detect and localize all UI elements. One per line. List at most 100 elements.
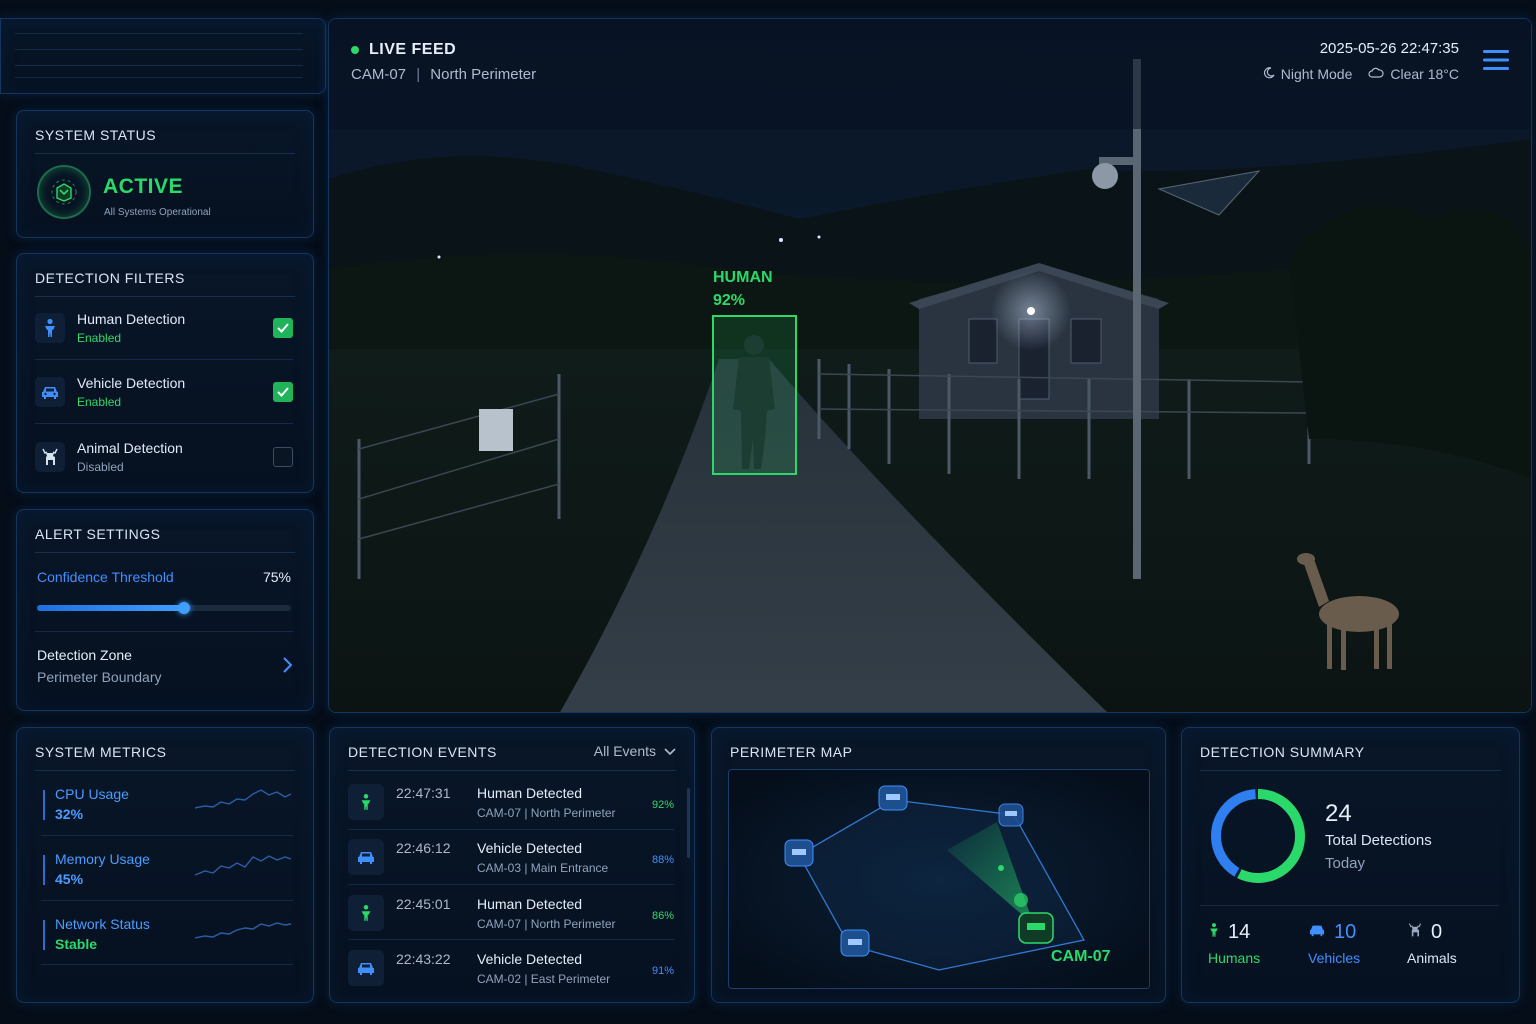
system-metrics-title: SYSTEM METRICS — [35, 744, 295, 771]
night-mode-indicator[interactable]: Night Mode — [1263, 66, 1352, 82]
chevron-right-icon — [281, 656, 293, 679]
metric-cpu-value: 32% — [55, 806, 84, 822]
feed-datetime: 2025-05-26 22:47:35 — [1319, 40, 1459, 57]
metric-network-value: Stable — [55, 936, 98, 952]
live-dot-icon — [351, 46, 359, 54]
vehicles-count: 10 — [1334, 921, 1357, 943]
confidence-slider-fill — [37, 605, 185, 611]
car-icon — [348, 950, 384, 986]
status-active-text: ACTIVE — [103, 175, 184, 198]
perimeter-map[interactable]: CAM-07 — [728, 769, 1150, 989]
car-icon — [35, 377, 65, 407]
event-time: 22:45:01 — [396, 896, 451, 912]
metric-accent — [43, 790, 45, 820]
cloud-icon — [1368, 66, 1384, 82]
metric-memory-label: Memory Usage — [55, 851, 150, 867]
divider — [348, 829, 674, 830]
metric-memory: Memory Usage 45% — [43, 851, 291, 895]
filter-animal[interactable]: Animal Detection Disabled — [35, 425, 293, 489]
filter-human-label: Human Detection — [77, 311, 186, 327]
confidence-slider-knob[interactable] — [178, 602, 191, 614]
summary-animals: 0 Animals — [1407, 921, 1457, 966]
event-row[interactable]: 22:46:12 Vehicle Detected CAM-03 | Main … — [348, 838, 676, 888]
system-status-panel: SYSTEM STATUS ACTIVE All Systems Operati… — [16, 110, 314, 238]
event-row[interactable]: 22:43:22 Vehicle Detected CAM-02 | East … — [348, 949, 676, 999]
event-source: CAM-07 | North Perimeter — [477, 806, 616, 820]
metric-cpu-label: CPU Usage — [55, 786, 129, 802]
deer-icon — [35, 442, 65, 472]
filter-human[interactable]: Human Detection Enabled — [35, 296, 293, 360]
divider — [35, 631, 293, 632]
separator: | — [416, 66, 421, 83]
summary-vehicles: 10 Vehicles — [1308, 921, 1360, 966]
event-source: CAM-07 | North Perimeter — [477, 917, 616, 931]
detection-zone-label: Detection Zone — [37, 647, 132, 663]
weather-label: Clear 18°C — [1390, 66, 1459, 82]
feed-conditions: Night Mode Clear 18°C — [1263, 66, 1459, 82]
active-camera-label: CAM-07 — [1051, 948, 1111, 965]
moon-icon — [1263, 66, 1275, 82]
event-row[interactable]: 22:47:31 Human Detected CAM-07 | North P… — [348, 783, 676, 833]
status-subtitle: All Systems Operational — [104, 207, 211, 218]
detection-filters-title: DETECTION FILTERS — [35, 270, 295, 297]
detection-zone-value: Perimeter Boundary — [37, 669, 162, 685]
deer-icon — [1407, 922, 1423, 943]
human-detection-checkbox[interactable] — [273, 318, 293, 338]
metric-network: Network Status Stable — [43, 916, 291, 960]
decor-line — [15, 49, 303, 50]
perimeter-map-panel: PERIMETER MAP CAM-07 — [711, 727, 1166, 1003]
alert-settings-panel: ALERT SETTINGS Confidence Threshold 75% … — [16, 509, 314, 711]
filter-animal-state: Disabled — [77, 460, 124, 474]
decor-line — [15, 33, 303, 34]
summary-humans: 14 Humans — [1208, 921, 1260, 966]
animal-detection-checkbox[interactable] — [273, 447, 293, 467]
filter-human-state: Enabled — [77, 331, 122, 345]
metric-accent — [43, 920, 45, 950]
camera-location: North Perimeter — [430, 66, 537, 83]
brand-panel — [0, 18, 326, 94]
divider — [41, 900, 293, 901]
camera-feed-image — [329, 19, 1531, 712]
person-icon — [348, 895, 384, 931]
animals-count: 0 — [1431, 921, 1443, 943]
filter-animal-label: Animal Detection — [77, 440, 183, 456]
vehicle-detection-checkbox[interactable] — [273, 382, 293, 402]
memory-sparkline — [195, 855, 291, 876]
detection-confidence: 92% — [713, 292, 746, 309]
live-feed-panel: LIVE FEED CAM-07 | North Perimeter 2025-… — [328, 18, 1532, 713]
event-time: 22:46:12 — [396, 840, 451, 856]
camera-id: CAM-07 — [351, 66, 407, 83]
event-source: CAM-03 | Main Entrance — [477, 861, 609, 875]
detection-summary-title: DETECTION SUMMARY — [1200, 744, 1501, 771]
perimeter-map-title: PERIMETER MAP — [730, 744, 853, 760]
metric-network-label: Network Status — [55, 916, 150, 932]
humans-count: 14 — [1228, 921, 1251, 943]
confidence-slider[interactable] — [37, 602, 291, 614]
events-filter-label: All Events — [593, 743, 656, 759]
car-icon — [1308, 923, 1326, 942]
humans-label: Humans — [1208, 950, 1261, 966]
confidence-threshold-label: Confidence Threshold — [37, 569, 174, 585]
metric-cpu: CPU Usage 32% — [43, 786, 291, 830]
detection-bounding-box — [712, 315, 797, 475]
events-filter-dropdown[interactable]: All Events — [594, 743, 676, 759]
shield-icon — [37, 165, 91, 219]
divider — [348, 939, 674, 940]
total-detections-count: 24 — [1325, 800, 1352, 827]
filter-vehicle[interactable]: Vehicle Detection Enabled — [35, 360, 293, 424]
detection-summary-panel: DETECTION SUMMARY 24 Total Detections To… — [1181, 727, 1520, 1003]
event-source: CAM-02 | East Perimeter — [477, 972, 611, 986]
event-row[interactable]: 22:45:01 Human Detected CAM-07 | North P… — [348, 894, 676, 944]
detection-zone-row[interactable]: Detection Zone Perimeter Boundary — [37, 638, 293, 690]
divider — [1200, 905, 1499, 906]
live-indicator: LIVE FEED — [351, 41, 456, 59]
events-scrollbar[interactable] — [687, 788, 690, 858]
divider — [35, 423, 293, 424]
filter-vehicle-label: Vehicle Detection — [77, 375, 186, 391]
event-title: Human Detected — [477, 785, 583, 801]
menu-icon[interactable] — [1483, 49, 1509, 76]
event-title: Vehicle Detected — [477, 840, 583, 856]
cpu-sparkline — [195, 789, 291, 809]
event-time: 22:47:31 — [396, 785, 451, 801]
metric-accent — [43, 855, 45, 885]
